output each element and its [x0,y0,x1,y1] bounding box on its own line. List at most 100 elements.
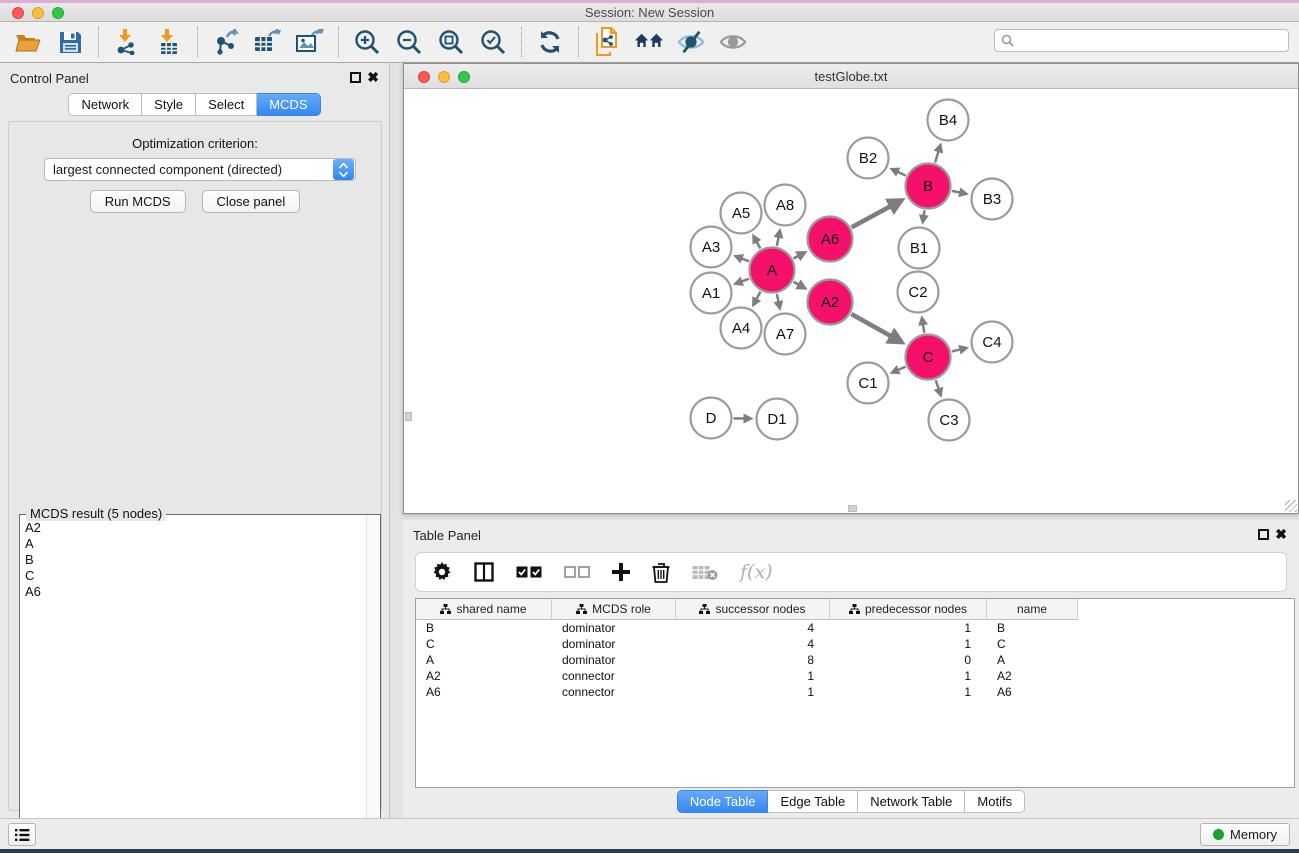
import-network-icon[interactable] [113,28,141,56]
zoom-out-icon[interactable] [395,28,423,56]
export-image-icon[interactable] [296,28,324,56]
cell[interactable]: 4 [676,620,830,636]
columns-icon[interactable] [474,562,494,582]
close-panel-icon[interactable]: ✖ [367,69,379,86]
cell[interactable]: connector [552,668,676,684]
cell[interactable]: 4 [676,636,830,652]
edge-A-A2[interactable] [793,282,805,288]
edge-A-A5[interactable] [753,236,760,249]
mcds-result-list[interactable]: A2ABCA6 [20,516,366,853]
save-icon[interactable] [56,28,84,56]
table-row[interactable]: Cdominator41C [416,636,1294,652]
select-all-icon[interactable] [516,566,542,578]
table-row[interactable]: A6connector11A6 [416,684,1294,700]
tab-motifs[interactable]: Motifs [965,790,1025,813]
tab-node-table[interactable]: Node Table [677,790,769,813]
memory-button[interactable]: Memory [1200,823,1290,846]
cell[interactable]: 1 [830,620,987,636]
result-item-a[interactable]: A [25,536,366,552]
edge-A-A8[interactable] [777,230,780,245]
edge-B-B1[interactable] [923,210,925,222]
cell[interactable]: dominator [552,620,676,636]
cell[interactable]: 1 [830,668,987,684]
result-item-a6[interactable]: A6 [25,584,366,600]
refresh-icon[interactable] [536,28,564,56]
cell[interactable]: B [987,620,1078,636]
float-panel-icon[interactable] [350,72,361,83]
tab-style[interactable]: Style [142,93,196,116]
tab-edge-table[interactable]: Edge Table [768,790,858,813]
table-row[interactable]: Adominator80A [416,652,1294,668]
table-row[interactable]: A2connector11A2 [416,668,1294,684]
table-row[interactable]: Bdominator41B [416,620,1294,636]
edge-A-A3[interactable] [735,256,749,261]
edge-A2-C[interactable] [851,314,901,342]
cell[interactable]: 1 [676,668,830,684]
cell[interactable]: 1 [676,684,830,700]
result-item-c[interactable]: C [25,568,366,584]
cell[interactable]: A2 [416,668,552,684]
column-header-shared-name[interactable]: shared name [416,599,552,620]
edge-A-A6[interactable] [794,252,805,258]
float-panel-icon[interactable] [1258,529,1269,540]
import-table-icon[interactable] [155,28,183,56]
cell[interactable]: A2 [987,668,1078,684]
result-scrollbar[interactable] [366,515,380,853]
edge-B-B3[interactable] [952,191,967,194]
edge-C-C2[interactable] [922,318,924,333]
edge-A-A4[interactable] [753,292,760,305]
edge-B-B4[interactable] [935,145,940,163]
node-table[interactable]: shared nameMCDS rolesuccessor nodesprede… [415,598,1295,788]
show-eye-icon[interactable] [719,28,747,56]
tab-mcds[interactable]: MCDS [257,93,320,116]
home-icon[interactable] [635,28,663,56]
delete-table-icon[interactable] [692,564,718,581]
function-icon[interactable]: f(x) [740,561,773,583]
network-canvas[interactable]: B4B2BB3B1A5A8A6A3AA1A4A7A2C2CC4C1C3DD1 [404,89,1298,513]
edge-A-A7[interactable] [777,294,780,309]
search-input[interactable] [1018,34,1282,48]
cell[interactable]: B [416,620,552,636]
cell[interactable]: A [416,652,552,668]
zoom-in-icon[interactable] [353,28,381,56]
criterion-dropdown[interactable]: largest connected component (directed) [44,158,356,181]
gear-icon[interactable] [432,562,452,582]
cell[interactable]: 1 [830,684,987,700]
column-header-name[interactable]: name [987,599,1078,620]
open-folder-icon[interactable] [14,28,42,56]
column-header-predecessor-nodes[interactable]: predecessor nodes [830,599,987,620]
cell[interactable]: dominator [552,652,676,668]
result-item-a2[interactable]: A2 [25,520,366,536]
cell[interactable]: C [987,636,1078,652]
column-header-successor-nodes[interactable]: successor nodes [676,599,830,620]
hide-eye-icon[interactable] [677,28,705,56]
zoom-fit-icon[interactable] [437,28,465,56]
canvas-bottom-handle[interactable] [848,505,857,512]
edge-B-B2[interactable] [892,169,906,176]
clone-network-icon[interactable] [593,28,621,56]
edge-C-C3[interactable] [936,380,941,395]
cell[interactable]: connector [552,684,676,700]
task-history-button[interactable] [8,823,36,846]
export-network-icon[interactable] [212,28,240,56]
canvas-left-handle[interactable] [405,412,412,421]
cell[interactable]: 0 [830,652,987,668]
delete-icon[interactable] [652,562,670,583]
edge-A-A1[interactable] [735,279,749,284]
add-icon[interactable] [612,563,630,581]
cell[interactable]: A6 [416,684,552,700]
cell[interactable]: dominator [552,636,676,652]
cell[interactable]: 8 [676,652,830,668]
tab-network-table[interactable]: Network Table [858,790,965,813]
network-window-titlebar[interactable]: testGlobe.txt [404,64,1298,89]
window-resize-grip[interactable] [1285,500,1297,512]
deselect-all-icon[interactable] [564,566,590,578]
result-item-b[interactable]: B [25,552,366,568]
edge-A6-B[interactable] [852,200,902,227]
tab-select[interactable]: Select [196,93,257,116]
edge-C-C1[interactable] [892,367,906,373]
toolbar-search[interactable] [994,29,1289,52]
run-mcds-button[interactable]: Run MCDS [90,190,186,213]
export-table-icon[interactable] [254,28,282,56]
tab-network[interactable]: Network [68,93,142,116]
